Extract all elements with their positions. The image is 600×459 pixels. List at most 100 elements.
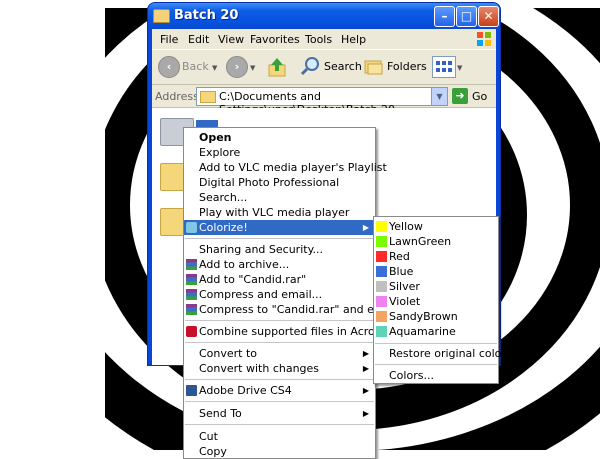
menu-file[interactable]: File [160,33,178,46]
address-field[interactable]: C:\Documents and Settings\uner\Desktop\B… [196,87,448,116]
views-dropdown-icon[interactable]: ▼ [457,64,462,72]
windows-logo-icon [477,32,491,46]
menu-item-search[interactable]: Search... [184,190,375,205]
color-item-label: SandyBrown [389,310,458,323]
menu-item-label: Sharing and Security... [199,243,324,256]
menu-item-label: Convert to [199,347,258,360]
menu-item-compress-rar-email[interactable]: Compress to "Candid.rar" and email [184,302,398,317]
minimize-button[interactable]: – [434,6,455,27]
menu-item-compress-email[interactable]: Compress and email... [184,287,375,302]
color-swatch-icon [376,251,387,262]
maximize-button[interactable]: □ [456,6,477,27]
menu-separator [375,343,497,344]
forward-arrow-icon[interactable]: › [226,56,248,78]
go-arrow-icon[interactable]: ➜ [452,88,468,104]
menu-item-label: Send To [199,407,242,420]
menu-item-colorize[interactable]: Colorize! ▶ [184,220,375,235]
colorize-icon [186,222,197,233]
color-item-red[interactable]: Red [374,249,498,264]
menu-item-convert-with-changes[interactable]: Convert with changes ▶ [184,361,375,376]
menu-item-convert-to[interactable]: Convert to ▶ [184,346,375,361]
color-item-violet[interactable]: Violet [374,294,498,309]
menu-favorites[interactable]: Favorites [250,33,300,46]
menu-item-copy[interactable]: Copy [184,444,375,459]
context-menu: Open Explore Add to VLC media player's P… [183,127,403,459]
search-icon[interactable] [300,56,320,76]
submenu-arrow-icon: ▶ [362,223,369,232]
menu-item-play-vlc[interactable]: Play with VLC media player [184,205,375,220]
forward-dropdown-icon[interactable]: ▼ [250,64,255,72]
menu-item-vlc-playlist[interactable]: Add to VLC media player's Playlist [184,160,387,175]
submenu-arrow-icon: ▶ [362,386,369,395]
menu-bar: File Edit View Favorites Tools Help [152,29,496,50]
menu-tools[interactable]: Tools [305,33,332,46]
menu-item-label: Explore [199,146,241,159]
adobe-drive-icon [186,385,197,396]
back-dropdown-icon[interactable]: ▼ [212,64,217,72]
color-item-silver[interactable]: Silver [374,279,498,294]
color-swatch-icon [376,221,387,232]
folder-icon [200,91,216,103]
title-bar[interactable]: Batch 20 – □ ✕ [148,3,500,29]
menu-item-digital-photo-professional[interactable]: Digital Photo Professional [184,175,375,190]
menu-item-label: Cut [199,430,218,443]
close-button[interactable]: ✕ [478,6,499,27]
color-item-sandybrown[interactable]: SandyBrown [374,309,498,324]
menu-item-cut[interactable]: Cut [184,429,375,444]
menu-item-label: Search... [199,191,248,204]
menu-separator [375,364,497,365]
color-item-lawngreen[interactable]: LawnGreen [374,234,498,249]
menu-separator [185,379,374,380]
winrar-icon [186,274,197,285]
address-dropdown-icon[interactable]: ▼ [431,88,447,105]
menu-edit[interactable]: Edit [188,33,209,46]
toolbar: ‹ Back ▼ › ▼ Search Folders ▼ [152,50,496,85]
color-swatch-icon [376,296,387,307]
menu-item-label: Digital Photo Professional [199,176,340,189]
menu-item-open[interactable]: Open [184,130,375,145]
menu-item-sharing-security[interactable]: Sharing and Security... [184,242,375,257]
menu-item-label: Restore original color [389,347,506,360]
views-icon [436,61,452,72]
color-swatch-icon [376,326,387,337]
address-bar: Address C:\Documents and Settings\uner\D… [152,85,496,116]
menu-item-adobe-drive[interactable]: Adobe Drive CS4 ▶ [184,383,375,398]
menu-help[interactable]: Help [341,33,366,46]
submenu-arrow-icon: ▶ [362,364,369,373]
color-item-label: Blue [389,265,414,278]
menu-item-add-to-archive[interactable]: Add to archive... [184,257,375,272]
back-arrow-icon[interactable]: ‹ [158,56,180,78]
color-item-aquamarine[interactable]: Aquamarine [374,324,498,339]
folders-icon[interactable] [364,58,384,75]
folder-icon [153,9,170,23]
color-item-label: Violet [389,295,421,308]
color-item-blue[interactable]: Blue [374,264,498,279]
menu-item-label: Add to "Candid.rar" [199,273,307,286]
colors-dialog-item[interactable]: Colors... [374,368,498,383]
window-title: Batch 20 [174,8,239,23]
menu-item-send-to[interactable]: Send To ▶ [184,406,375,421]
menu-item-label: Compress to "Candid.rar" and email [199,303,398,316]
folders-button[interactable]: Folders [387,56,427,78]
menu-item-add-to-rar[interactable]: Add to "Candid.rar" [184,272,375,287]
go-button[interactable]: Go [472,90,487,103]
color-swatch-icon [376,266,387,277]
color-swatch-icon [376,281,387,292]
menu-separator [185,401,374,402]
restore-original-color-item[interactable]: Restore original color [374,346,506,361]
winrar-icon [186,289,197,300]
back-button[interactable]: Back [182,56,209,78]
search-button[interactable]: Search [324,56,362,78]
views-button[interactable] [432,56,456,78]
color-item-yellow[interactable]: Yellow [374,219,498,234]
colorize-submenu: Yellow LawnGreen Red Blue Silver Violet … [373,216,506,384]
menu-item-combine-acrobat[interactable]: Combine supported files in Acrobat... [184,324,403,339]
menu-view[interactable]: View [218,33,244,46]
winrar-icon [186,304,197,315]
submenu-arrow-icon: ▶ [362,349,369,358]
menu-item-explore[interactable]: Explore [184,145,375,160]
menu-item-label: Play with VLC media player [199,206,350,219]
menu-item-label: Add to VLC media player's Playlist [199,161,387,174]
up-folder-icon[interactable] [268,57,286,77]
menu-separator [185,238,374,239]
